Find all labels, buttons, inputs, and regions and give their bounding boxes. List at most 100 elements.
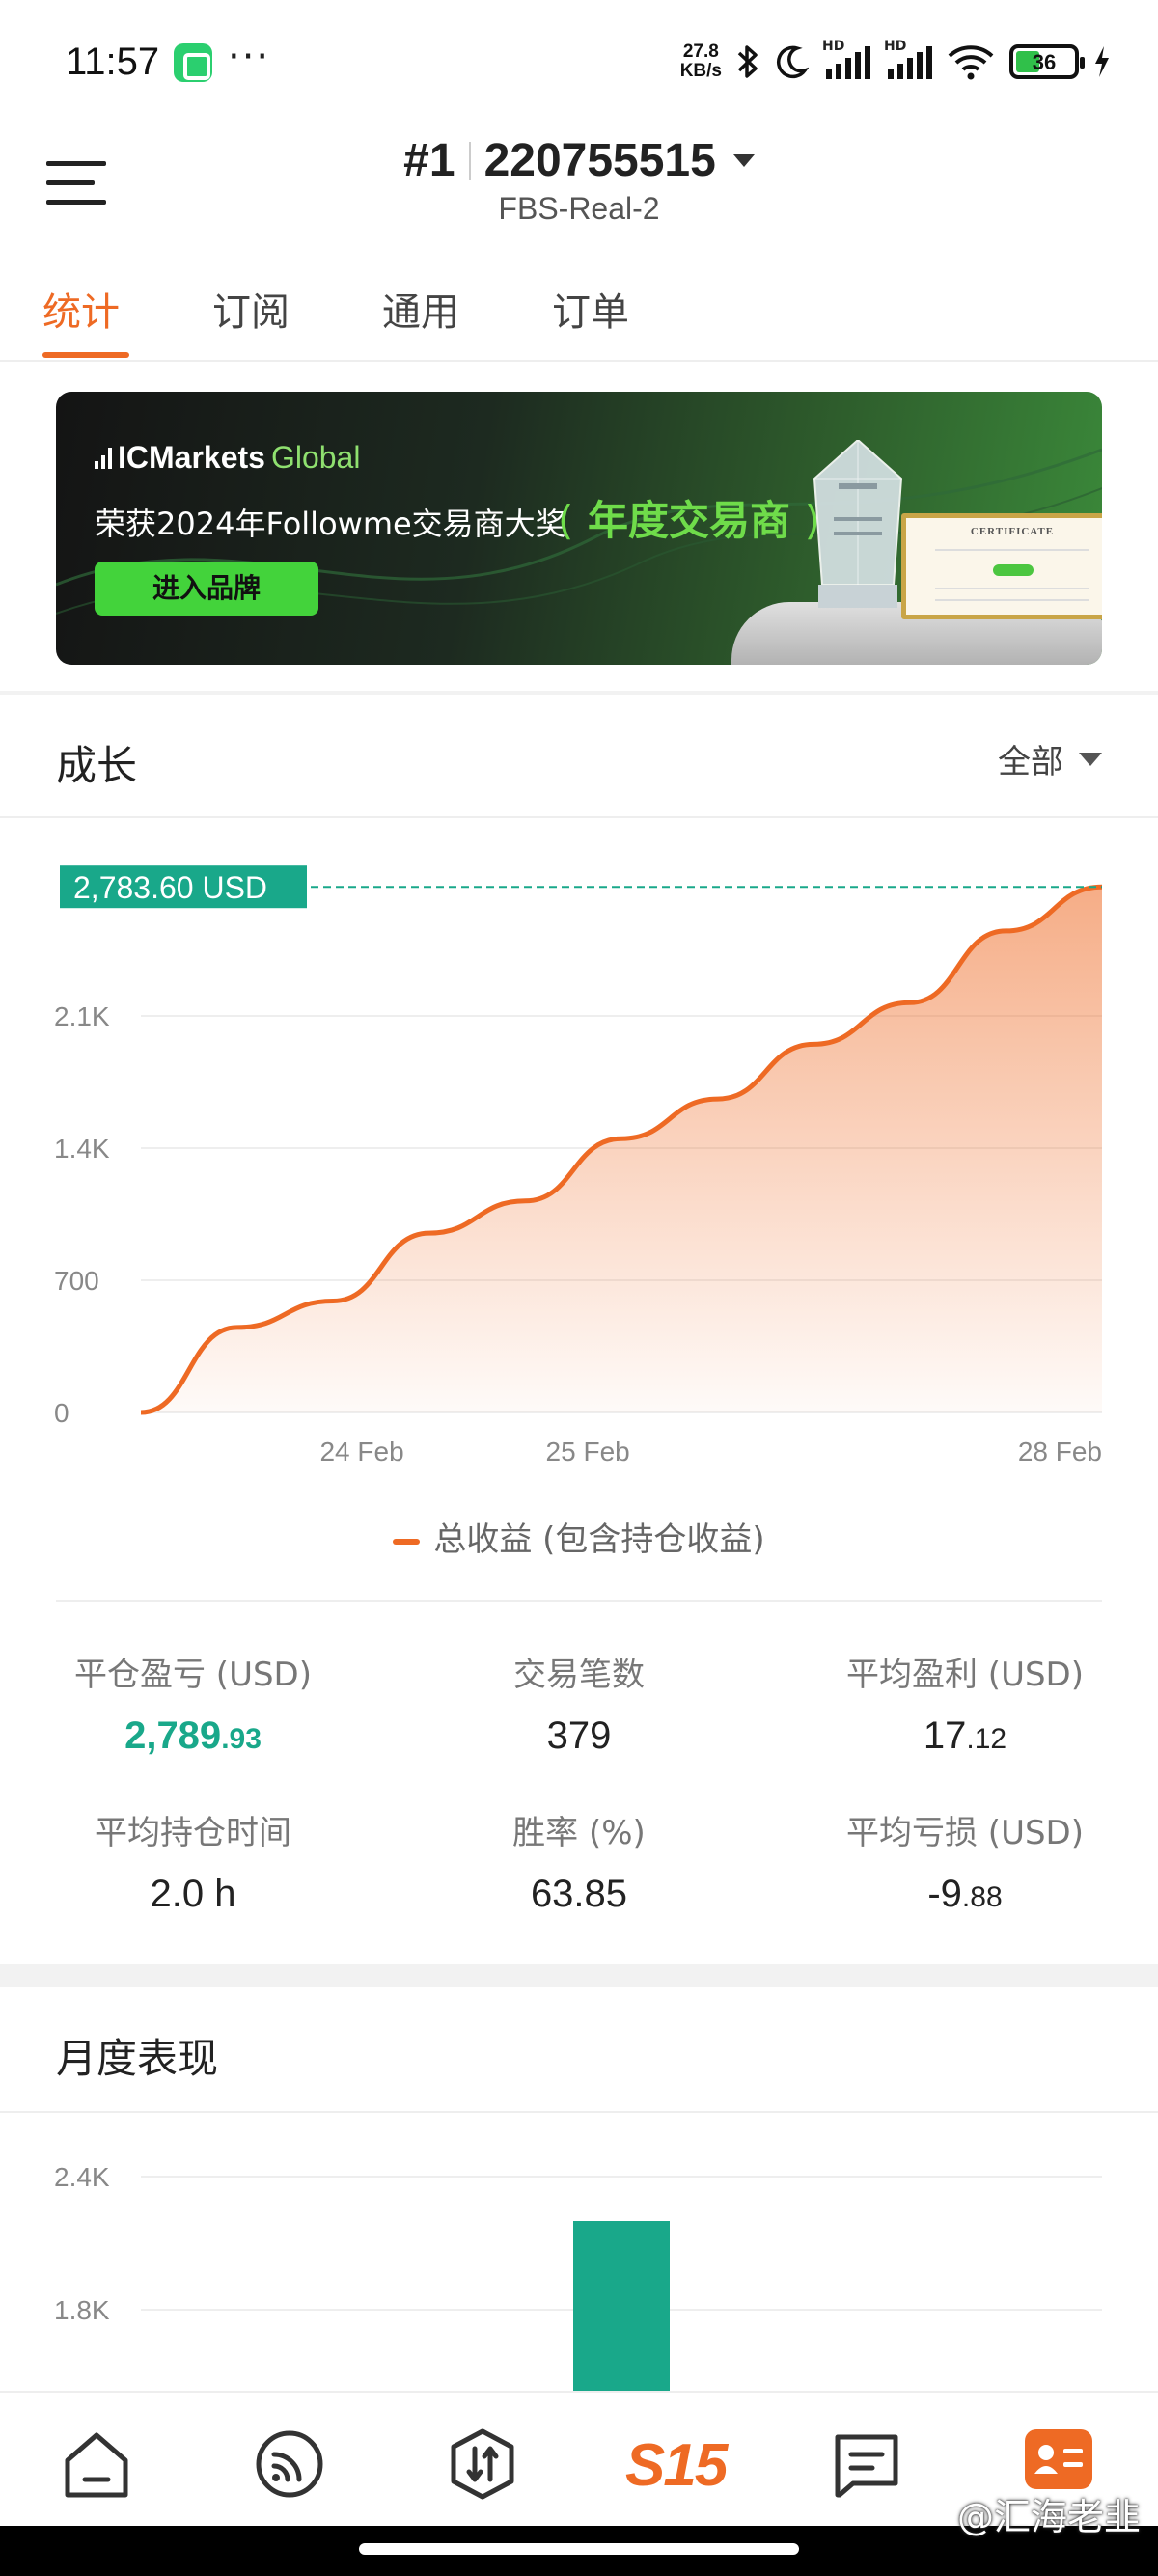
status-indicators: 27.8 KB/s HD HD 36	[680, 39, 1112, 83]
promo-banner[interactable]: ICMarkets Global 荣获2024年Followme交易商大奖 ( …	[56, 392, 1102, 665]
y-tick-label: 1.4K	[54, 1134, 110, 1164]
enter-brand-button[interactable]: 进入品牌	[95, 562, 318, 616]
tab-subscriptions[interactable]: 订阅	[212, 281, 290, 337]
stat-item: 胜率 (%) 63.85	[386, 1806, 772, 1916]
growth-chart: 0 700 1.4K 2.1K 2,783.60 USD 24 Feb 25 Feb 28 F…	[54, 865, 1103, 1466]
growth-section-header: 成长 全部	[0, 697, 1158, 818]
stat-item: 平均持仓时间 2.0 h	[0, 1806, 386, 1916]
messages-icon[interactable]	[828, 2425, 905, 2503]
stat-value: -9.88	[772, 1873, 1158, 1916]
stat-label: 胜率 (%)	[512, 1814, 646, 1852]
home-indicator[interactable]	[359, 2543, 799, 2555]
profile-icon[interactable]	[1025, 2429, 1092, 2489]
active-tab-indicator	[42, 352, 129, 358]
home-icon[interactable]	[58, 2425, 135, 2503]
signal-1-icon: HD	[822, 39, 870, 79]
tab-statistics[interactable]: 统计	[42, 281, 120, 337]
trophy-icon	[813, 440, 903, 608]
stat-value-main: 2.0 h	[150, 1873, 236, 1915]
stat-item: 交易笔数 379	[386, 1648, 772, 1758]
stat-value: 2.0 h	[0, 1873, 386, 1916]
wifi-icon	[948, 45, 994, 80]
app-header: #1 220755515 FBS-Real-2	[0, 130, 1158, 265]
legend-swatch	[393, 1538, 421, 1545]
brand-suffix: Global	[270, 440, 361, 475]
battery-icon: 36	[1009, 44, 1085, 79]
tab-general[interactable]: 通用	[382, 281, 459, 337]
section-divider	[0, 691, 1158, 695]
legend-label: 总收益 (包含持仓收益)	[433, 1521, 765, 1559]
trade-icon[interactable]	[444, 2425, 521, 2503]
growth-title: 成长	[56, 742, 138, 789]
account-selector[interactable]: #1 220755515 FBS-Real-2	[0, 134, 1158, 227]
stat-value-main: 2,789	[124, 1714, 222, 1757]
app-notification-icon	[174, 43, 212, 82]
stat-value: 379	[386, 1714, 772, 1758]
monthly-bar[interactable]	[573, 2221, 670, 2391]
logo-bars-icon	[95, 447, 112, 469]
stat-label: 平均亏损 (USD)	[846, 1814, 1084, 1852]
x-tick-label: 25 Feb	[546, 1437, 630, 1466]
laurel-left-icon: (	[558, 497, 574, 544]
stat-value: 63.85	[386, 1873, 772, 1916]
monthly-title: 月度表现	[56, 2035, 219, 2082]
feed-icon[interactable]	[251, 2425, 328, 2503]
award-title-text: 年度交易商	[588, 497, 791, 544]
stat-value-main: 63.85	[530, 1873, 628, 1915]
stat-label: 交易笔数	[513, 1656, 645, 1694]
account-server: FBS-Real-2	[498, 191, 660, 226]
divider	[468, 141, 471, 180]
chevron-down-icon	[1079, 752, 1102, 766]
moon-icon	[776, 45, 809, 79]
account-rank: #1	[403, 135, 455, 186]
current-value-label: 2,783.60 USD	[73, 870, 267, 905]
certificate-title: CERTIFICATE	[970, 526, 1055, 537]
stat-value-main: 17	[923, 1714, 967, 1757]
stat-item: 平均亏损 (USD) -9.88	[772, 1806, 1158, 1916]
section-divider	[0, 1964, 1158, 1987]
stat-value-main: -9	[927, 1873, 962, 1915]
y-tick-label: 2.4K	[54, 2162, 110, 2192]
stat-item: 平仓盈亏 (USD) 2,789.93	[0, 1648, 386, 1758]
x-tick-label: 24 Feb	[319, 1437, 403, 1466]
tab-bar: 统计 订阅 通用 订单	[0, 265, 1158, 362]
bluetooth-icon	[737, 45, 758, 78]
s15-tab[interactable]: S15	[625, 2431, 728, 2500]
period-filter-label: 全部	[998, 743, 1063, 781]
network-speed-unit: KB/s	[679, 61, 722, 81]
stat-value-main: 379	[546, 1714, 612, 1757]
stat-value-decimals: .12	[966, 1723, 1007, 1755]
broker-logo: ICMarkets Global	[95, 440, 360, 476]
divider	[56, 1600, 1102, 1602]
stat-label: 平均盈利 (USD)	[846, 1656, 1084, 1694]
status-bar: 11:57 ··· 27.8 KB/s HD HD 36	[0, 0, 1158, 130]
hd-label: HD	[884, 39, 907, 54]
network-speed-value: 27.8	[682, 41, 719, 62]
y-tick-label: 700	[54, 1266, 99, 1296]
stat-value: 17.12	[772, 1714, 1158, 1758]
network-speed: 27.8 KB/s	[680, 42, 722, 81]
certificate-image: CERTIFICATE	[901, 513, 1102, 619]
hd-label: HD	[822, 39, 845, 54]
x-tick-label: 28 Feb	[1018, 1437, 1102, 1466]
certificate-badge	[993, 564, 1034, 576]
monthly-chart: 2.4K 1.8K	[54, 2162, 1102, 2391]
chevron-down-icon[interactable]	[732, 154, 755, 167]
stat-item: 平均盈利 (USD) 17.12	[772, 1648, 1158, 1758]
signal-2-icon: HD	[884, 39, 932, 79]
watermark: @汇海老韭	[956, 2496, 1141, 2538]
status-time: 11:57	[66, 41, 160, 83]
y-tick-label: 2.1K	[54, 1001, 110, 1031]
profile-card-icon	[1034, 2445, 1083, 2474]
award-description: 荣获2024年Followme交易商大奖	[95, 506, 566, 542]
stat-label: 平仓盈亏 (USD)	[74, 1656, 312, 1694]
charging-icon	[1095, 46, 1109, 77]
tab-orders[interactable]: 订单	[552, 281, 629, 337]
more-notifications-icon: ···	[228, 35, 271, 79]
brand-name: ICMarkets	[118, 440, 265, 475]
y-tick-label: 0	[54, 1398, 69, 1428]
y-tick-label: 1.8K	[54, 2295, 110, 2325]
stat-value-decimals: .93	[221, 1723, 262, 1755]
stat-value-decimals: .88	[961, 1881, 1003, 1913]
period-filter-dropdown[interactable]: 全部	[998, 735, 1102, 782]
